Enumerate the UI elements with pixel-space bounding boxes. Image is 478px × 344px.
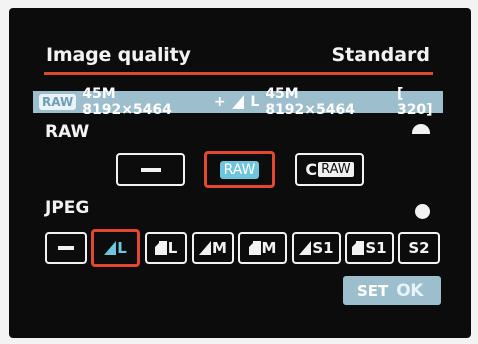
jpeg-fine-icon bbox=[231, 95, 244, 109]
jpeg-option-off[interactable] bbox=[45, 232, 87, 264]
menu-value: Standard bbox=[331, 44, 430, 66]
plus-sign: + bbox=[213, 94, 226, 110]
set-label: SET bbox=[357, 281, 389, 300]
raw-option-craw[interactable]: C RAW bbox=[295, 153, 364, 186]
normal-quality-icon bbox=[248, 241, 261, 255]
ok-label: OK bbox=[396, 280, 423, 301]
jpeg-option-medium-fine[interactable]: M bbox=[192, 232, 234, 264]
jpeg-size-text: 45M 8192×5464 bbox=[265, 86, 355, 118]
raw-option-raw[interactable]: RAW bbox=[204, 151, 275, 188]
fine-quality-icon bbox=[199, 241, 212, 255]
title-underline bbox=[44, 72, 433, 75]
size-label: S1 bbox=[365, 239, 387, 257]
size-label: S1 bbox=[312, 239, 334, 257]
size-label: S2 bbox=[408, 239, 430, 257]
shots-remaining: [ 320] bbox=[396, 86, 433, 118]
raw-option-label: RAW bbox=[219, 160, 260, 179]
size-letter: L bbox=[117, 239, 127, 257]
raw-size-text: 45M 8192×5464 bbox=[82, 86, 172, 118]
jpeg-option-s1-normal[interactable]: S1 bbox=[345, 232, 394, 264]
jpeg-section-label: JPEG bbox=[45, 198, 90, 218]
jpeg-option-s1-fine[interactable]: S1 bbox=[292, 232, 341, 264]
dash-icon bbox=[140, 167, 161, 172]
jpeg-option-s2[interactable]: S2 bbox=[398, 232, 440, 264]
size-letter: M bbox=[212, 239, 227, 257]
quality-info-bar: RAW 45M 8192×5464 + L 45M 8192×5464 [ 32… bbox=[33, 86, 443, 118]
size-letter: M bbox=[261, 239, 277, 257]
jpeg-size-letter: L bbox=[250, 94, 260, 110]
jpeg-option-large-fine[interactable]: L bbox=[91, 229, 140, 267]
fine-quality-icon bbox=[104, 241, 117, 255]
normal-quality-icon bbox=[352, 241, 365, 255]
jpeg-option-medium-normal[interactable]: M bbox=[238, 232, 287, 264]
normal-quality-icon bbox=[154, 241, 167, 255]
raw-option-off[interactable] bbox=[116, 153, 185, 186]
dash-icon bbox=[58, 246, 74, 250]
craw-c-letter: C bbox=[305, 160, 318, 179]
craw-label: RAW bbox=[318, 162, 354, 177]
raw-chip: RAW bbox=[39, 94, 77, 110]
jpeg-option-large-normal[interactable]: L bbox=[145, 232, 187, 264]
menu-title: Image quality bbox=[46, 44, 191, 66]
raw-section-label: RAW bbox=[45, 122, 90, 142]
size-letter: L bbox=[167, 239, 178, 257]
jpeg-dial-indicator-icon bbox=[415, 204, 430, 219]
fine-quality-icon bbox=[299, 241, 312, 255]
set-ok-button[interactable]: SET OK bbox=[343, 276, 441, 305]
